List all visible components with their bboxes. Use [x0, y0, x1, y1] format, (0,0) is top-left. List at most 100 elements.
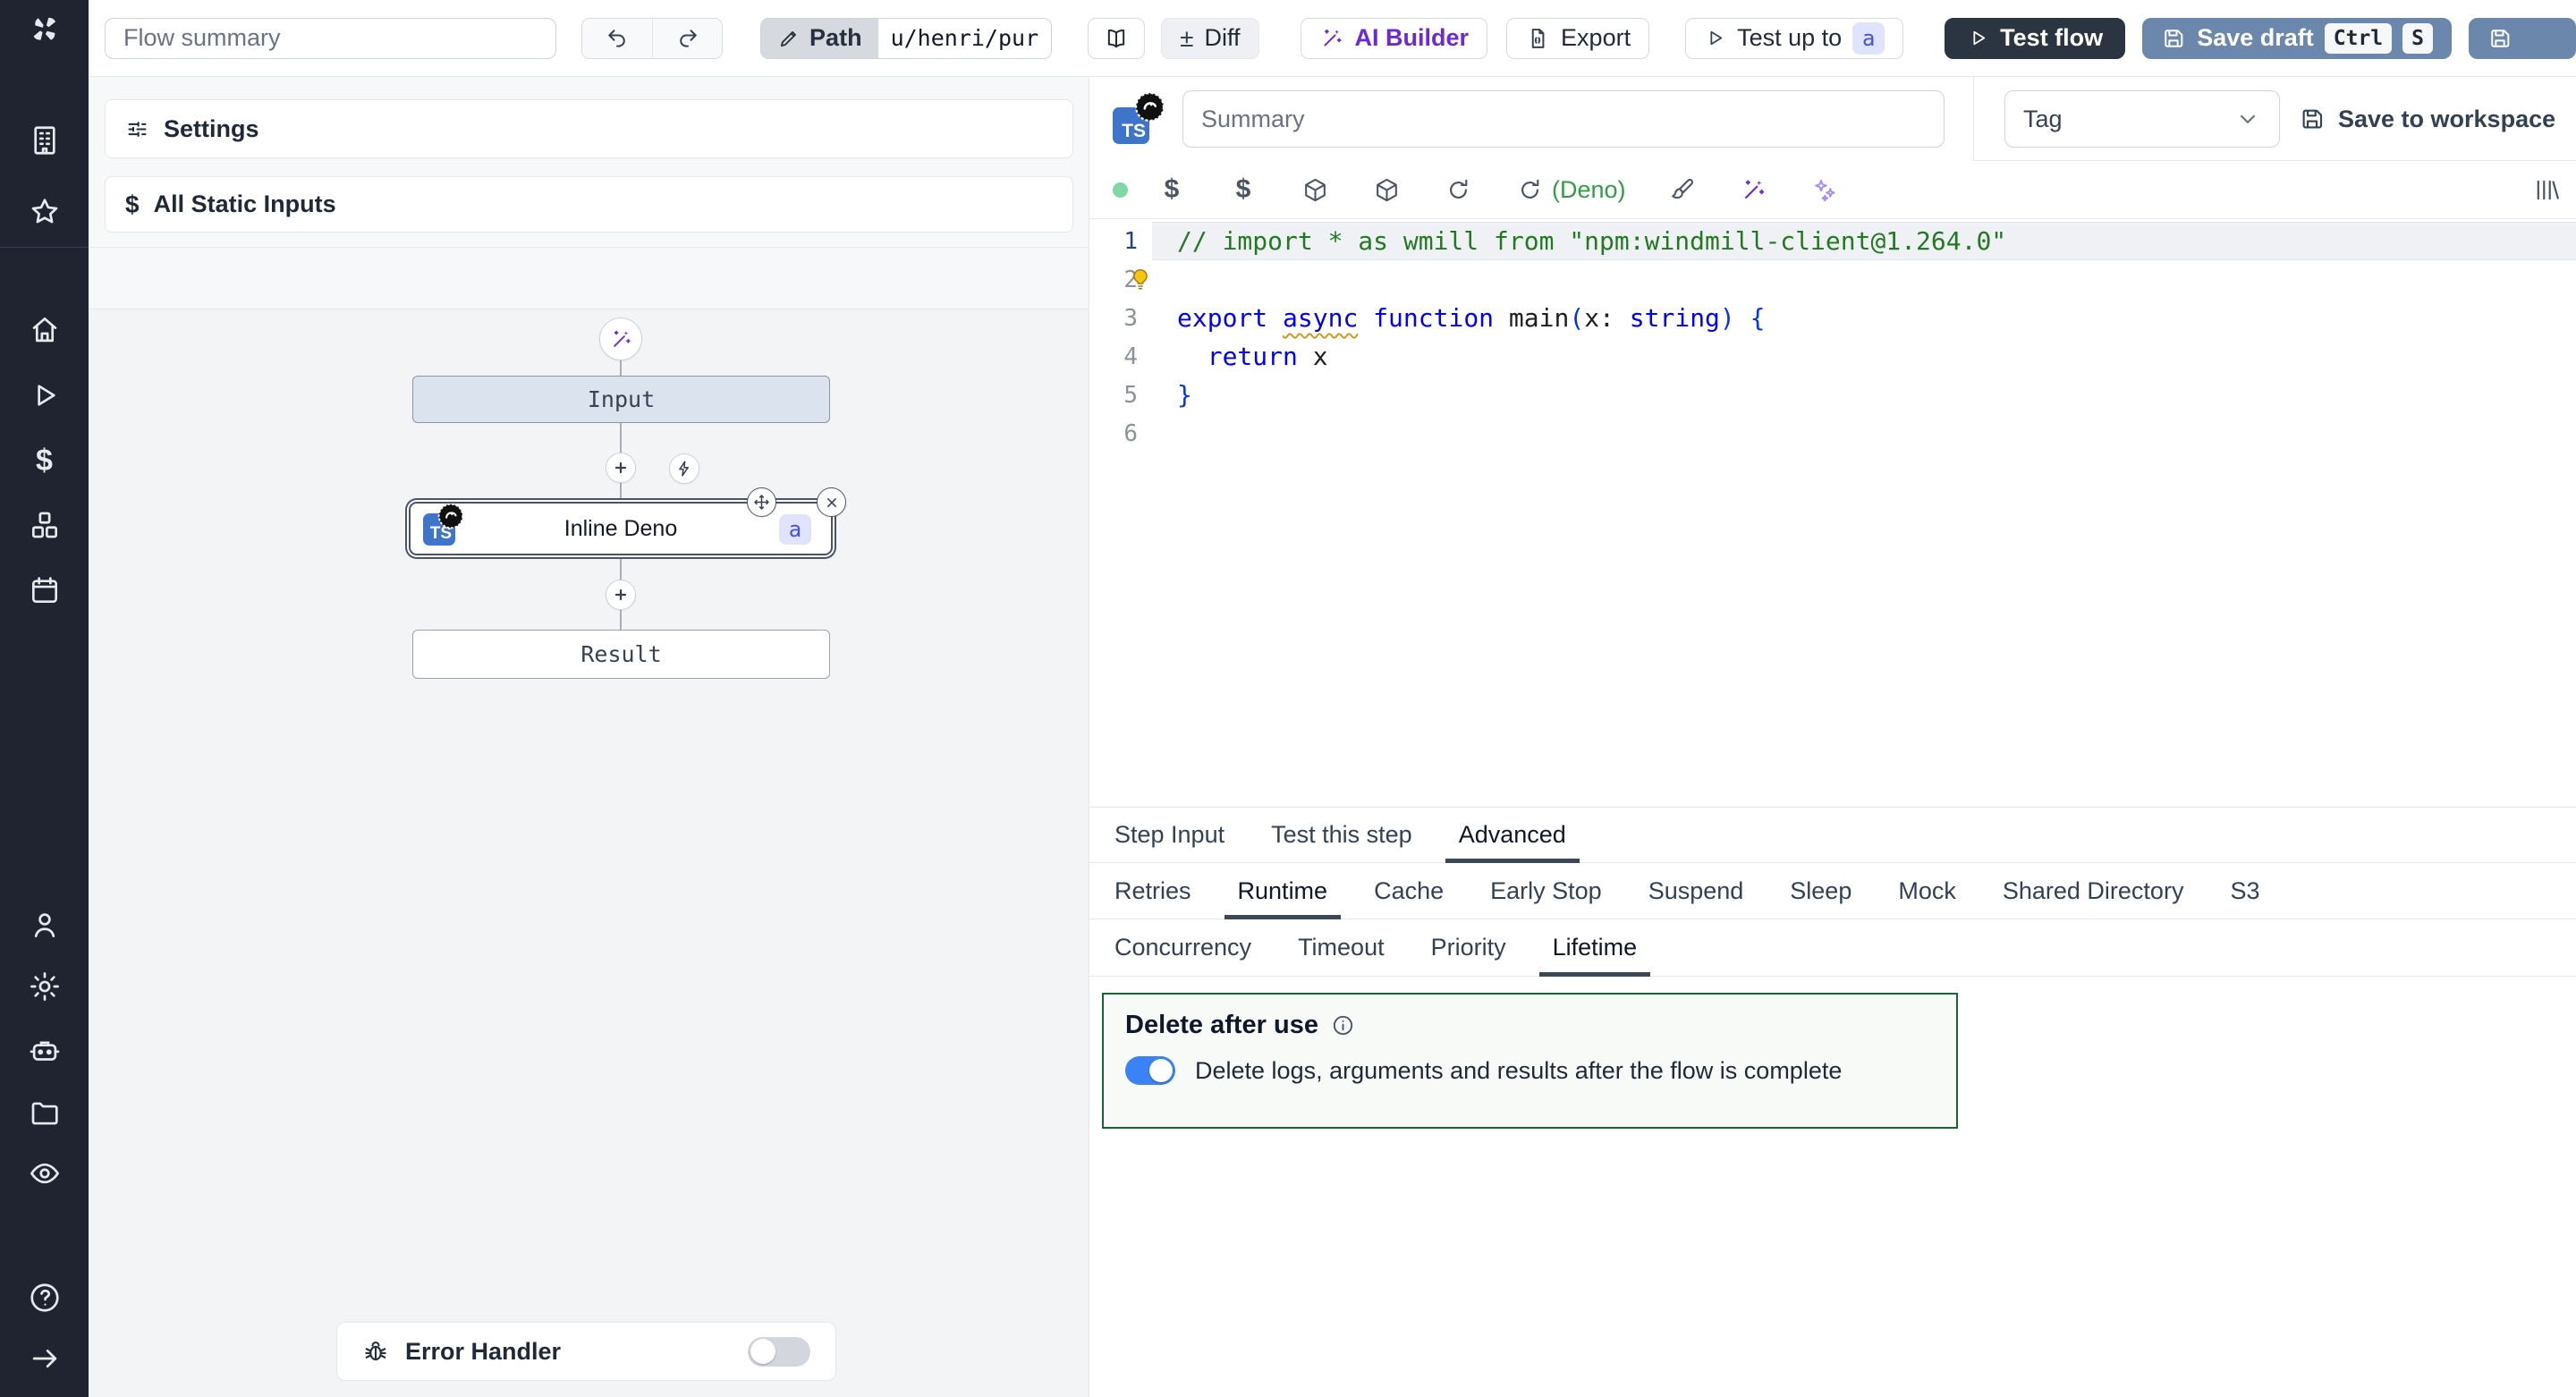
runs-play-icon[interactable]	[26, 377, 64, 414]
flow-settings-button[interactable]: Settings	[105, 99, 1073, 158]
schedules-calendar-icon[interactable]	[26, 572, 64, 609]
tab-s3[interactable]: S3	[2216, 863, 2273, 919]
code-line[interactable]: 5}	[1089, 376, 2576, 414]
tab-sleep[interactable]: Sleep	[1776, 863, 1865, 919]
delete-step-button[interactable]	[817, 487, 846, 517]
tab-cache[interactable]: Cache	[1360, 863, 1457, 919]
favorites-star-icon[interactable]	[26, 193, 64, 231]
undo-button[interactable]	[582, 19, 652, 58]
tag-select[interactable]: Tag	[2004, 90, 2280, 148]
windmill-logo-icon[interactable]	[26, 11, 64, 48]
test-flow-button[interactable]: Test flow	[1945, 18, 2125, 59]
pencil-icon	[777, 27, 801, 50]
ai-builder-button[interactable]: AI Builder	[1301, 18, 1488, 59]
input-node[interactable]: Input	[412, 376, 830, 423]
delete-after-use-title: Delete after use	[1125, 1011, 1318, 1040]
reload-deno-icon[interactable]	[1514, 174, 1545, 205]
step-header: TS Tag Save to workspace	[1089, 77, 2576, 161]
ai-wand-node-button[interactable]	[599, 318, 642, 360]
play-icon	[1704, 27, 1726, 49]
folders-icon[interactable]	[26, 1095, 64, 1132]
panel-divider	[89, 247, 1089, 248]
plus-minus-icon: ±	[1180, 24, 1193, 53]
expand-sidebar-arrow-icon[interactable]	[26, 1340, 64, 1377]
bug-icon	[362, 1338, 389, 1365]
code-line[interactable]: 2	[1089, 260, 2576, 299]
info-icon[interactable]	[1331, 1013, 1355, 1037]
users-icon[interactable]	[26, 906, 64, 944]
top-toolbar: Path u/henri/pur ± Diff AI Builder Expor…	[89, 0, 2576, 77]
tab-mock[interactable]: Mock	[1885, 863, 1970, 919]
error-handler-toggle[interactable]	[748, 1337, 810, 1367]
home-icon[interactable]	[26, 311, 64, 349]
code-text: export async function main(x: string) {	[1152, 303, 1766, 333]
add-step-button[interactable]	[606, 453, 636, 483]
windmill-flow-editor: $ Path u/henri/pur	[0, 0, 2576, 1397]
code-editor[interactable]: 1// import * as wmill from "npm:windmill…	[1089, 218, 2576, 808]
docs-book-button[interactable]	[1088, 18, 1145, 59]
line-number: 6	[1089, 420, 1152, 447]
tab-timeout[interactable]: Timeout	[1284, 919, 1398, 976]
tab-early-stop[interactable]: Early Stop	[1477, 863, 1615, 919]
package-lock-icon[interactable]	[1371, 174, 1402, 205]
tab-step-input[interactable]: Step Input	[1101, 808, 1238, 862]
trigger-bolt-button[interactable]	[669, 453, 699, 484]
floppy-icon	[2299, 106, 2326, 132]
code-line[interactable]: 1// import * as wmill from "npm:windmill…	[1089, 222, 2576, 260]
code-line[interactable]: 6	[1089, 414, 2576, 453]
workers-robot-icon[interactable]	[26, 1032, 64, 1070]
static-dollar-icon[interactable]: $	[1228, 174, 1258, 205]
code-line[interactable]: 4 return x	[1089, 337, 2576, 376]
flow-graph-canvas[interactable]: Input TS Inline Deno a Result	[89, 309, 1089, 1397]
step-editor-panel: TS Tag Save to workspace	[1089, 77, 2576, 1397]
delete-after-use-toggle[interactable]	[1125, 1056, 1175, 1085]
workspace-building-icon[interactable]	[26, 122, 64, 159]
library-bars-icon[interactable]	[2531, 174, 2562, 205]
settings-gear-icon[interactable]	[26, 968, 64, 1005]
path-button[interactable]: Path u/henri/pur	[760, 18, 1052, 59]
ai-wand-icon[interactable]	[1739, 174, 1769, 205]
tab-advanced[interactable]: Advanced	[1445, 808, 1580, 862]
line-number: 4	[1089, 343, 1152, 370]
step-summary-input[interactable]	[1182, 90, 1945, 148]
play-icon	[1967, 27, 1989, 49]
wand-icon	[1319, 26, 1344, 51]
tab-runtime[interactable]: Runtime	[1224, 863, 1342, 919]
package-icon[interactable]	[1300, 174, 1330, 205]
deno-icon	[436, 502, 465, 530]
tab-concurrency[interactable]: Concurrency	[1101, 919, 1265, 976]
redo-button[interactable]	[652, 19, 722, 58]
save-flow-button[interactable]	[2469, 18, 2576, 59]
export-button[interactable]: Export	[1506, 18, 1649, 59]
lightbulb-icon[interactable]	[1127, 267, 1154, 293]
tab-suspend[interactable]: Suspend	[1635, 863, 1758, 919]
code-line[interactable]: 3export async function main(x: string) {	[1089, 299, 2576, 337]
help-icon[interactable]	[26, 1279, 64, 1317]
resources-cubes-icon[interactable]	[26, 506, 64, 544]
reload-icon[interactable]	[1443, 174, 1473, 205]
tab-lifetime[interactable]: Lifetime	[1539, 919, 1651, 976]
ai-sparkles-icon[interactable]	[1810, 174, 1841, 205]
rail-divider	[0, 247, 89, 248]
flow-summary-input[interactable]	[105, 18, 556, 59]
add-step-button[interactable]	[606, 580, 636, 610]
variables-dollar-icon[interactable]: $	[1157, 174, 1187, 205]
save-draft-button[interactable]: Save draft Ctrl S	[2142, 18, 2452, 59]
format-brush-icon[interactable]	[1667, 174, 1698, 205]
error-handler-card: Error Handler	[336, 1322, 836, 1381]
tab-priority[interactable]: Priority	[1418, 919, 1520, 976]
save-to-workspace-button[interactable]: Save to workspace	[2299, 106, 2555, 133]
dollar-icon: $	[125, 190, 140, 219]
variables-dollar-icon[interactable]: $	[26, 442, 64, 479]
result-node[interactable]: Result	[412, 630, 830, 679]
move-step-button[interactable]	[747, 487, 776, 517]
all-static-inputs-button[interactable]: $ All Static Inputs	[105, 176, 1073, 233]
tab-retries[interactable]: Retries	[1101, 863, 1205, 919]
advanced-tabs: Retries Runtime Cache Early Stop Suspend Slee…	[1089, 863, 2576, 919]
tab-test-this-step[interactable]: Test this step	[1258, 808, 1426, 862]
deno-runtime-label: (Deno)	[1552, 176, 1626, 204]
audit-eye-icon[interactable]	[26, 1155, 64, 1192]
tab-shared-directory[interactable]: Shared Directory	[1989, 863, 2198, 919]
test-up-to-button[interactable]: Test up to a	[1685, 18, 1903, 59]
diff-button[interactable]: ± Diff	[1161, 18, 1258, 59]
